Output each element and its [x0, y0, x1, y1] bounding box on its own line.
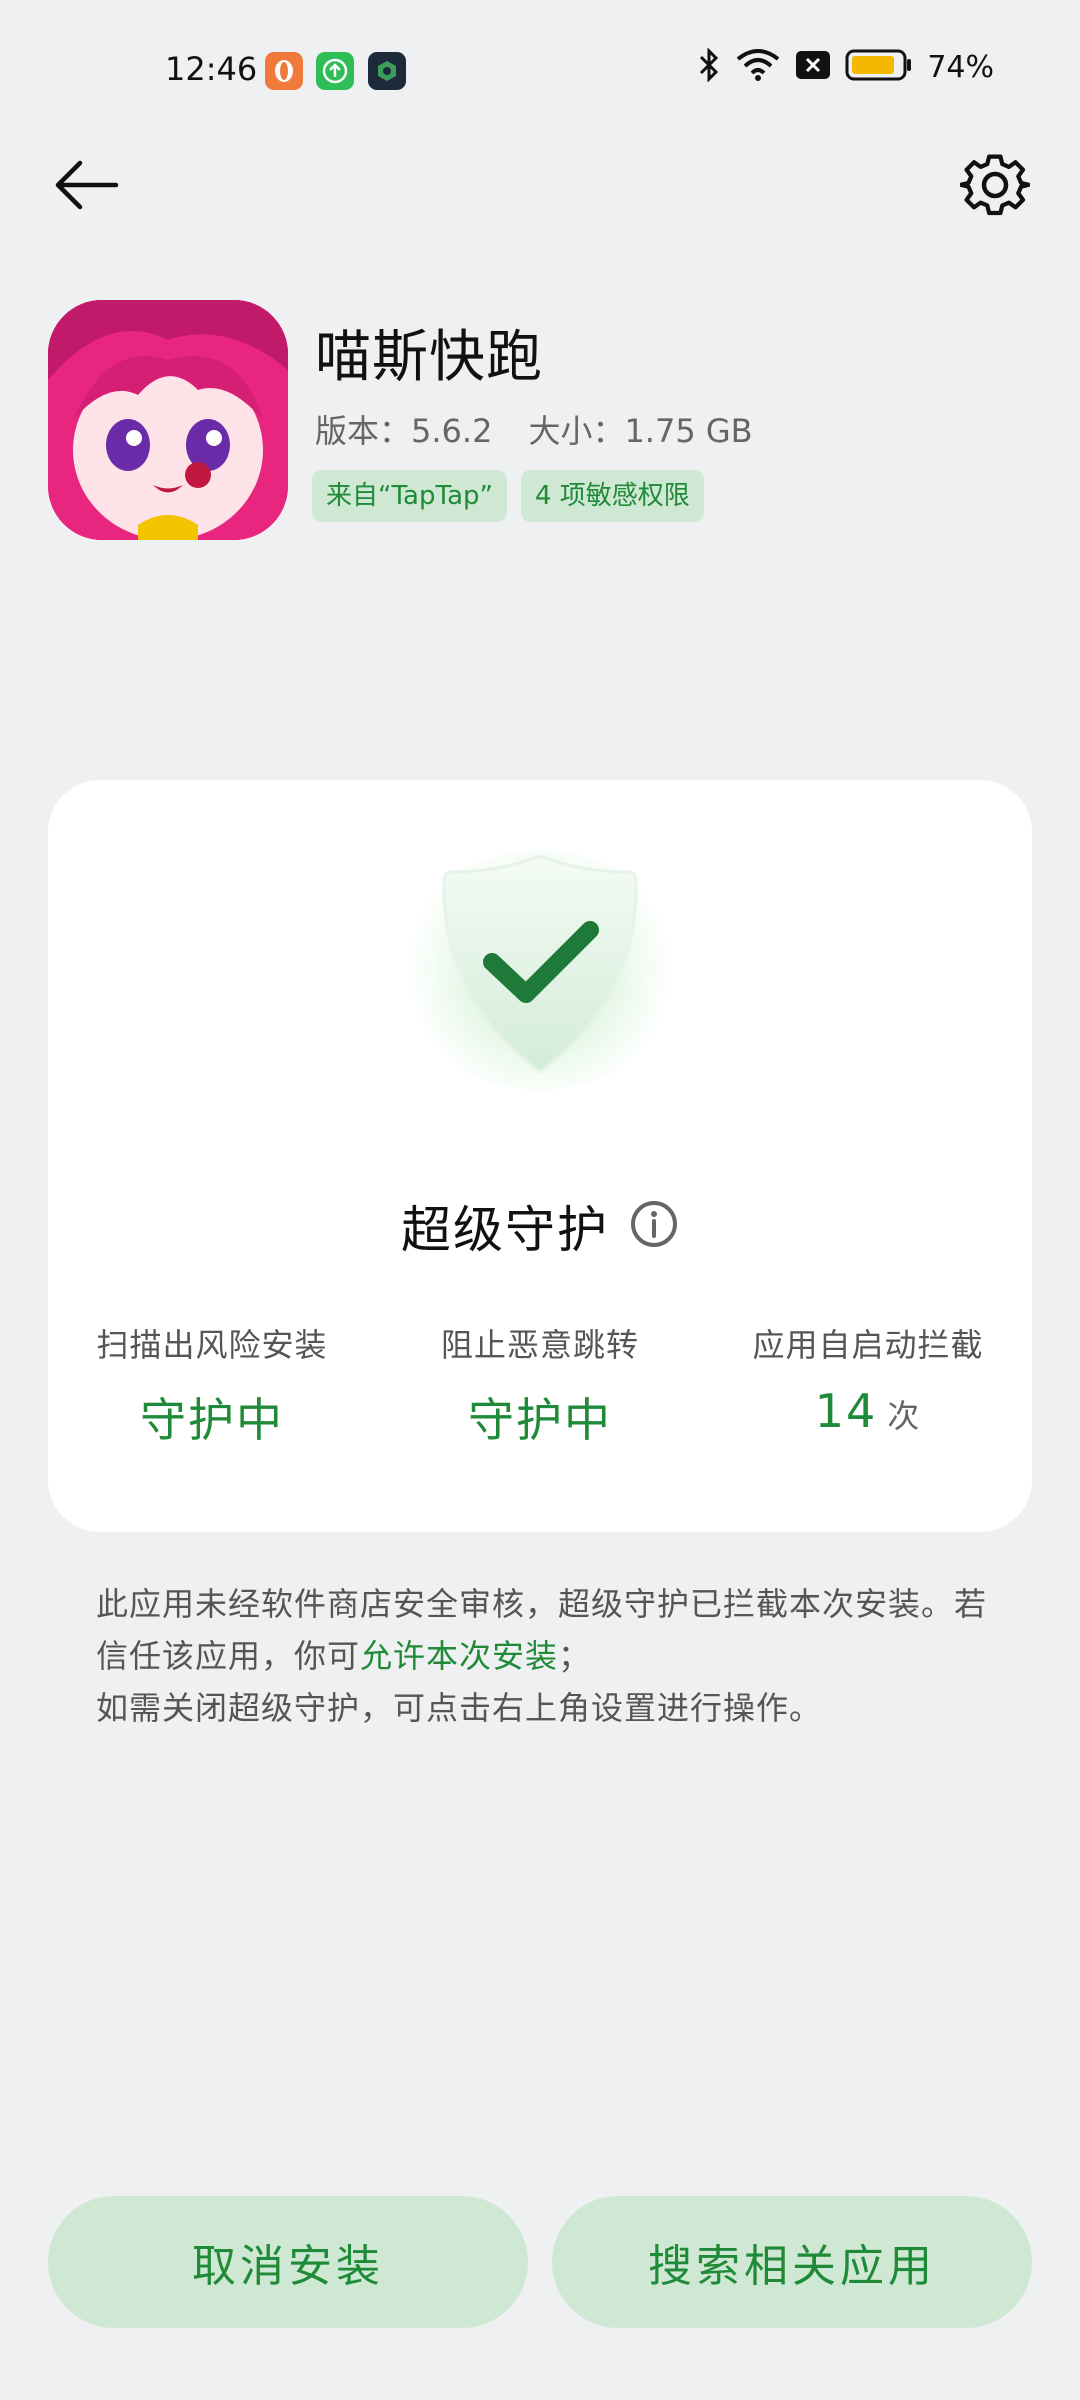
bluetooth-icon — [697, 47, 721, 86]
app-version: 版本：5.6.2 — [315, 412, 493, 450]
app-tags: 来自“TapTap” 4 项敏感权限 — [312, 470, 704, 522]
upload-notification-icon — [316, 52, 354, 90]
protect-title-row: 超级守护 — [48, 1190, 1032, 1262]
stat-count: 14 — [814, 1384, 878, 1438]
stat-value: 守护中 — [140, 1393, 284, 1447]
info-circle-icon — [631, 1201, 677, 1247]
back-button[interactable] — [40, 140, 130, 230]
protection-stats: 扫描出风险安装 守护中 阻止恶意跳转 守护中 应用自启动拦截 14 次 — [48, 1320, 1032, 1450]
gear-icon — [960, 154, 1030, 216]
cancel-install-button[interactable]: 取消安装 — [48, 2196, 528, 2328]
status-time: 12:46 — [165, 50, 258, 88]
battery-icon — [845, 49, 913, 85]
permissions-tag[interactable]: 4 项敏感权限 — [520, 470, 704, 522]
notification-app-icon — [265, 52, 303, 90]
settings-button[interactable] — [950, 140, 1040, 230]
stat-malicious-redirect: 阻止恶意跳转 守护中 — [376, 1320, 704, 1450]
security-notification-icon — [368, 52, 406, 90]
stat-label: 应用自启动拦截 — [752, 1326, 984, 1364]
stat-unit: 次 — [887, 1397, 922, 1435]
stat-label: 扫描出风险安装 — [96, 1326, 328, 1364]
super-protection-card: 超级守护 扫描出风险安装 守护中 阻止恶意跳转 守护中 应用自启动拦截 14 次 — [48, 780, 1032, 1532]
app-size: 大小：1.75 GB — [528, 412, 753, 450]
stat-autostart-block: 应用自启动拦截 14 次 — [704, 1320, 1032, 1450]
description-text: 此应用未经软件商店安全审核，超级守护已拦截本次安装。若信任该应用，你可允许本次安… — [96, 1578, 996, 1734]
sim-disabled-icon — [795, 50, 831, 84]
app-icon — [48, 300, 288, 540]
stat-risk-install: 扫描出风险安装 守护中 — [48, 1320, 376, 1450]
arrow-left-icon — [55, 160, 119, 210]
allow-install-link[interactable]: 允许本次安装 — [360, 1637, 558, 1675]
shield-check-icon — [442, 854, 638, 1074]
battery-percent: 74% — [927, 49, 994, 85]
stat-value: 守护中 — [468, 1393, 612, 1447]
app-meta: 版本：5.6.2 大小：1.75 GB — [315, 406, 753, 452]
description-part2: ； — [558, 1637, 592, 1675]
source-tag[interactable]: 来自“TapTap” — [312, 470, 507, 522]
search-related-apps-button[interactable]: 搜索相关应用 — [552, 2196, 1032, 2328]
wifi-icon — [735, 48, 781, 86]
description-line2: 如需关闭超级守护，可点击右上角设置进行操作。 — [96, 1689, 823, 1727]
status-bar: 12:46 74% — [0, 0, 1080, 140]
shield-illustration — [390, 840, 690, 1100]
app-name: 喵斯快跑 — [315, 325, 543, 390]
protect-title: 超级守护 — [401, 1201, 609, 1259]
status-indicators: 74% — [697, 47, 994, 86]
stat-label: 阻止恶意跳转 — [440, 1326, 639, 1364]
stat-value-row: 14 次 — [704, 1384, 1032, 1438]
info-button[interactable] — [629, 1199, 679, 1253]
